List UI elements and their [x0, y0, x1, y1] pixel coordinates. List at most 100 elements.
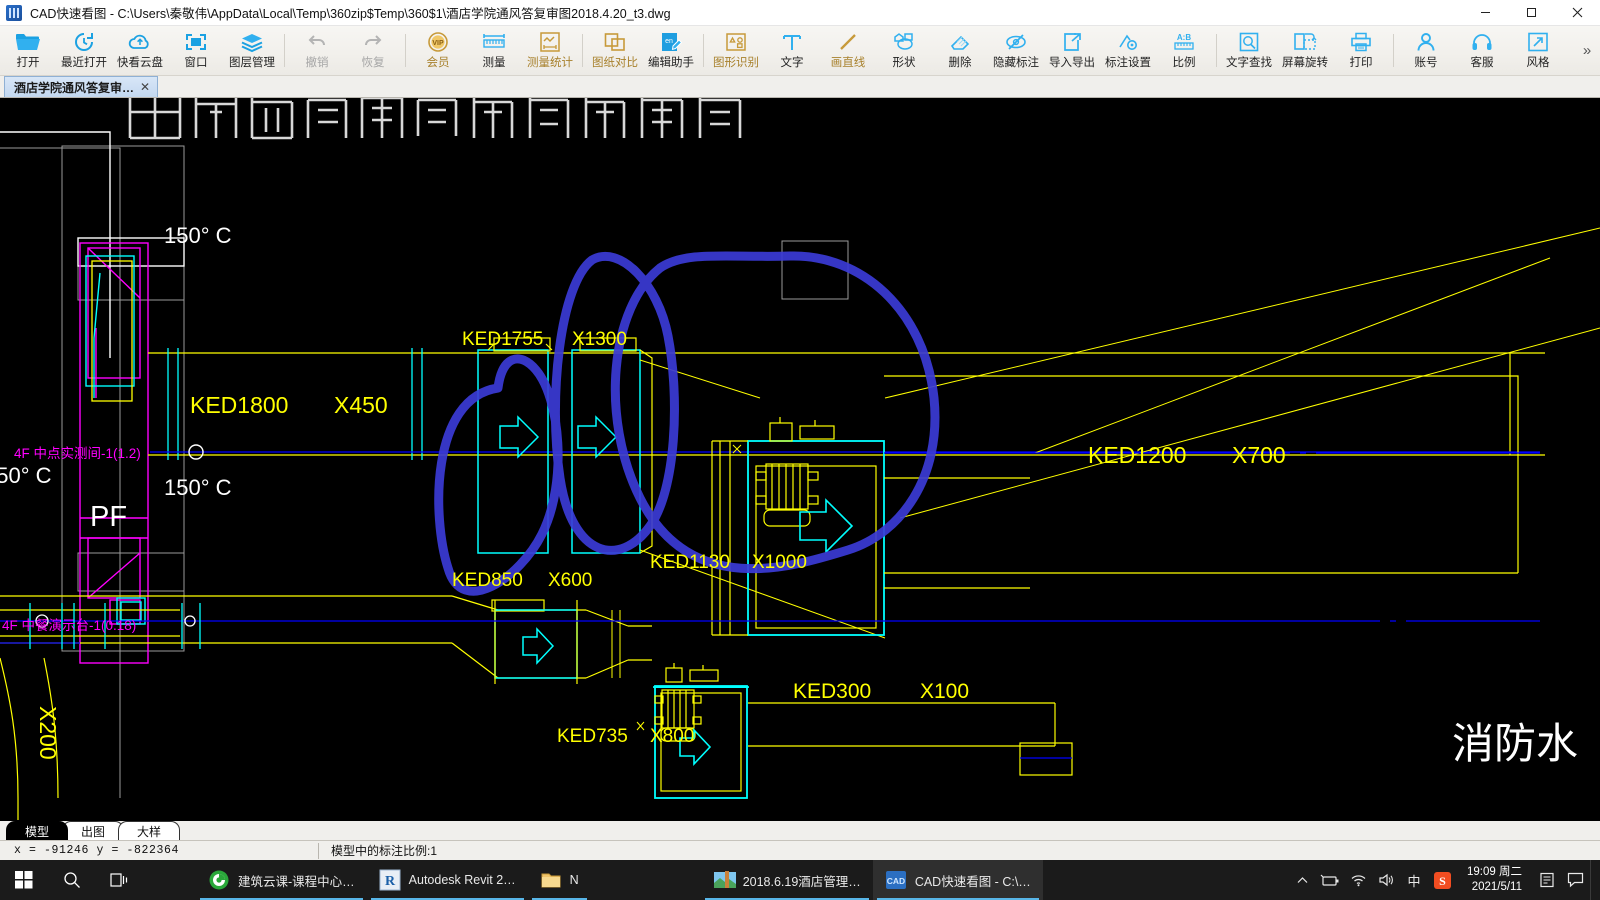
toolbar-hide-annotation[interactable]: 隐藏标注 — [988, 26, 1044, 75]
annotation-scale-readout: 模型中的标注比例:1 — [318, 842, 437, 859]
toolbar-scale-label: 比例 — [1172, 57, 1196, 69]
toolbar-undo[interactable]: 撤销 — [289, 26, 345, 75]
label-room-1: 4F 中点实测间-1(1.2) — [14, 446, 141, 461]
toolbar-divider-4 — [703, 34, 704, 67]
drawing-canvas[interactable]: 150° C 150° C 150° C PF 4F 中点实测间-1(1.2) … — [0, 98, 1600, 820]
toolbar-recent[interactable]: 最近打开 — [56, 26, 112, 75]
ahu-unit — [747, 440, 885, 636]
toolbar-print[interactable]: 打印 — [1333, 26, 1389, 75]
small-box-right — [1019, 742, 1073, 776]
system-tray: 中 S 19:09 周二 2021/5/11 — [1289, 860, 1600, 900]
document-tab[interactable]: 酒店学院通风答复审… ✕ — [4, 76, 159, 97]
toolbar-screen-rotate[interactable]: 屏幕旋转 — [1277, 26, 1333, 75]
minimize-button[interactable] — [1462, 0, 1508, 26]
sogou-icon[interactable]: S — [1429, 860, 1455, 900]
svg-text:S: S — [1439, 874, 1446, 888]
taskbar-app-cad-label: CAD快速看图 - C:\… — [914, 874, 1031, 889]
revit-icon: R — [379, 869, 401, 891]
start-button[interactable] — [0, 860, 48, 900]
maximize-button[interactable] — [1508, 0, 1554, 26]
toolbar-style[interactable]: 风格 — [1510, 26, 1566, 75]
toolbar-layers[interactable]: 图层管理 — [224, 26, 280, 75]
taskbar-app-revit[interactable]: R Autodesk Revit 2… — [367, 860, 528, 900]
draw-line-icon — [836, 30, 860, 54]
layout-tab-detail[interactable]: 大样 — [118, 821, 180, 840]
taskbar-app-explorer[interactable]: 2018.6.19酒店管理… — [701, 860, 873, 900]
toolbar-text[interactable]: 文字 — [764, 26, 820, 75]
taskbar-clock[interactable]: 19:09 周二 2021/5/11 — [1457, 860, 1532, 900]
taskbar-app-folder-n[interactable]: N — [528, 860, 591, 900]
toolbar-account[interactable]: 账号 — [1398, 26, 1454, 75]
layers-icon — [240, 30, 264, 54]
toolbar-cloud[interactable]: 快看云盘 — [112, 26, 168, 75]
cad-icon: CAD — [885, 869, 907, 891]
centerline-lower — [0, 620, 1540, 644]
toolbar-vip[interactable]: VIP 会员 — [410, 26, 466, 75]
taskbar-app-cad[interactable]: CAD CAD快速看图 - C:\… — [872, 860, 1043, 900]
label-x1000: X1000 — [752, 552, 807, 573]
toolbar-annotation-settings-label: 标注设置 — [1105, 57, 1151, 69]
toolbar-import-export[interactable]: 导入导出 — [1044, 26, 1100, 75]
volume-icon[interactable] — [1373, 860, 1399, 900]
toolbar-divider-5 — [1216, 34, 1217, 67]
screen-rotate-icon — [1292, 30, 1318, 54]
toolbar-edit-assistant[interactable]: en 编辑助手 — [643, 26, 699, 75]
cloud-icon — [127, 30, 153, 54]
toolbar-delete[interactable]: 删除 — [932, 26, 988, 75]
title-bar: CAD快速看图 - C:\Users\秦敬伟\AppData\Local\Tem… — [0, 0, 1600, 26]
show-desktop-button[interactable] — [1590, 860, 1600, 900]
taskbar-app-browser-label: 建筑云课-课程中心… — [238, 874, 355, 889]
toolbar-overflow-button[interactable]: » — [1574, 26, 1600, 75]
taskbar-search-button[interactable] — [48, 860, 96, 900]
toolbar-support[interactable]: 客服 — [1454, 26, 1510, 75]
coordinate-readout: x = -91246 y = -822364 — [14, 844, 180, 857]
label-temp-1: 150° C — [164, 223, 232, 248]
toolbar-annotation-settings[interactable]: 标注设置 — [1100, 26, 1156, 75]
hide-annotation-icon — [1003, 30, 1029, 54]
windows-taskbar: 建筑云课-课程中心… R Autodesk Revit 2… N 2018.6.… — [0, 860, 1600, 900]
user-account-icon — [1414, 30, 1438, 54]
layout-tab-bar: 模型 出图 大样 — [0, 820, 1600, 840]
layout-tab-plot[interactable]: 出图 — [62, 821, 124, 840]
label-ked1130: KED1130 — [650, 552, 730, 573]
toolbar-divider-1 — [284, 34, 285, 67]
style-expand-icon — [1526, 30, 1550, 54]
toolbar-measure-stats[interactable]: 测量统计 — [522, 26, 578, 75]
toolbar-compare[interactable]: 图纸对比 — [587, 26, 643, 75]
ahu-detail — [711, 417, 1030, 636]
drawing-labels: 150° C 150° C 150° C PF 4F 中点实测间-1(1.2) … — [0, 223, 1578, 767]
toolbar-open-label: 打开 — [16, 57, 40, 69]
notes-icon[interactable] — [1534, 860, 1560, 900]
taskbar-app-explorer-label: 2018.6.19酒店管理… — [742, 874, 861, 889]
label-ked850: KED850 — [452, 570, 523, 591]
battery-icon[interactable] — [1317, 860, 1343, 900]
toolbar-draw-line[interactable]: 画直线 — [820, 26, 876, 75]
ime-cn-icon[interactable]: 中 — [1401, 860, 1427, 900]
chevron-up-icon[interactable] — [1289, 860, 1315, 900]
toolbar-shape-recognize-label: 图形识别 — [713, 57, 759, 69]
close-button[interactable] — [1554, 0, 1600, 26]
label-ked1800: KED1800 — [190, 392, 288, 418]
toolbar-open[interactable]: 打开 — [0, 26, 56, 75]
toolbar-shapes[interactable]: 形状 — [876, 26, 932, 75]
taskbar-app-revit-label: Autodesk Revit 2… — [408, 873, 516, 887]
toolbar-window[interactable]: 窗口 — [168, 26, 224, 75]
toolbar-redo[interactable]: 恢复 — [345, 26, 401, 75]
toolbar-text-search[interactable]: 文字查找 — [1221, 26, 1277, 75]
task-view-button[interactable] — [96, 860, 144, 900]
explorer-folder-icon — [713, 869, 736, 891]
taskbar-app-browser[interactable]: 建筑云课-课程中心… — [196, 860, 367, 900]
search-icon — [64, 872, 80, 888]
layout-tab-detail-label: 大样 — [136, 824, 161, 839]
toolbar-measure[interactable]: 测量 — [466, 26, 522, 75]
toolbar-scale[interactable]: A:B 比例 — [1156, 26, 1212, 75]
main-toolbar: 打开 最近打开 快看云盘 窗口 图层管理 撤销 恢复 VIP 会员 测量 测量统… — [0, 26, 1600, 76]
toolbar-shape-recognize[interactable]: 图形识别 — [708, 26, 764, 75]
ruler-icon — [481, 30, 507, 54]
action-center-icon[interactable] — [1562, 860, 1588, 900]
drawing-title-text — [128, 98, 742, 140]
wifi-icon[interactable] — [1345, 860, 1371, 900]
layout-tab-model[interactable]: 模型 — [6, 821, 68, 840]
close-icon[interactable]: ✕ — [140, 80, 150, 94]
toolbar-print-label: 打印 — [1349, 57, 1373, 69]
